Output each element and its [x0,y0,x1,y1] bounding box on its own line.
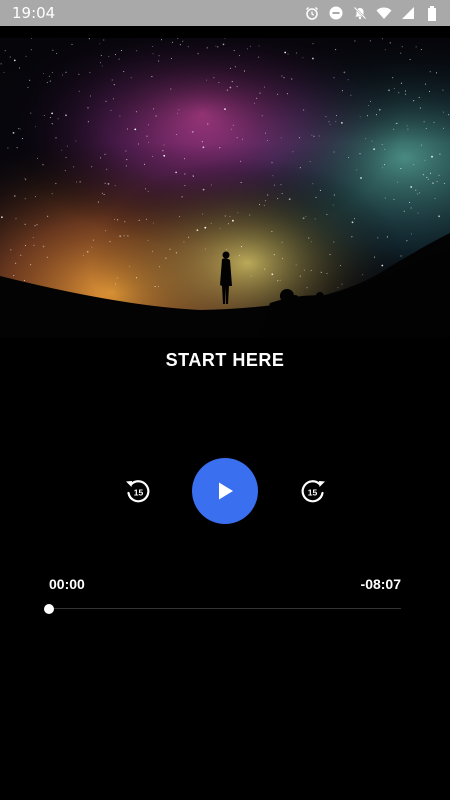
track-title: START HERE [165,350,285,370]
rewind-seconds-label: 15 [134,488,144,498]
seek-thumb[interactable] [44,604,54,614]
cover-artwork [0,38,450,338]
seek-track [49,608,401,609]
wifi-icon [376,5,392,21]
battery-icon [424,5,440,21]
status-bar: 19:04 [0,0,450,26]
status-time: 19:04 [12,4,56,22]
elapsed-time: 00:00 [49,576,85,592]
rewind-icon: 15 [126,480,150,503]
playback-controls: 15 15 [0,458,450,524]
signal-icon [400,5,416,21]
play-button[interactable] [192,458,258,524]
forward-icon: 15 [301,480,325,503]
status-icons [304,5,440,21]
forward-15-button[interactable]: 15 [297,475,329,507]
rewind-15-button[interactable]: 15 [122,475,154,507]
mute-icon [352,5,368,21]
alarm-icon [304,5,320,21]
dnd-icon [328,5,344,21]
play-icon [219,482,233,500]
seek-bar[interactable] [44,604,401,614]
forward-seconds-label: 15 [308,488,318,498]
remaining-time: -08:07 [360,576,401,592]
time-row: 00:00 -08:07 [49,576,401,592]
